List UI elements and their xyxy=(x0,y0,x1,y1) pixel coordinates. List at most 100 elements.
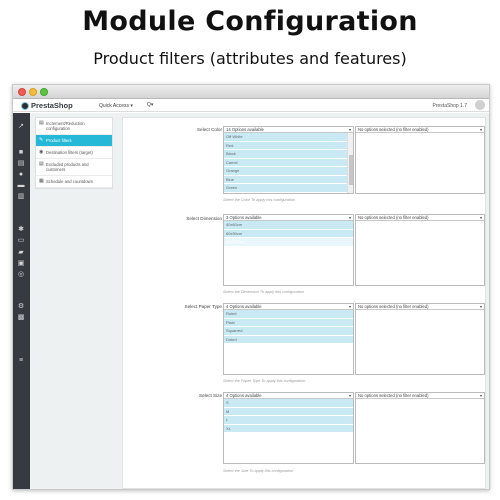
gear-icon[interactable]: ⚙ xyxy=(17,303,25,310)
option-item[interactable]: Off White xyxy=(224,133,353,142)
logo-text: PrestaShop xyxy=(31,101,73,110)
puzzle-icon[interactable]: ✱ xyxy=(17,226,25,233)
trend-icon[interactable]: ↗ xyxy=(17,123,25,130)
caret-icon: ▾ xyxy=(479,127,482,132)
main-content: ▤ Increment/Reduction configuration ✎ Pr… xyxy=(30,113,489,489)
store-icon[interactable]: ▤ xyxy=(17,160,25,167)
list-icon: ▤ xyxy=(39,161,44,167)
minimize-window-button[interactable] xyxy=(29,88,37,96)
close-window-button[interactable] xyxy=(18,88,26,96)
selected-dimensions-list[interactable]: No options selected (no filter enabled) ▾ xyxy=(355,214,485,286)
option-item[interactable]: S xyxy=(224,399,353,408)
option-item[interactable]: Doted xyxy=(224,335,353,344)
option-item[interactable]: Camel xyxy=(224,158,353,167)
help-text: Select the Size To apply this configurat… xyxy=(223,469,294,473)
selected-status: No options selected (no filter enabled) xyxy=(358,215,429,220)
selected-paper-types-list[interactable]: No options selected (no filter enabled) ▾ xyxy=(355,303,485,375)
color-filter-section: Select Color 14 Options available ▾ Off W… xyxy=(123,123,487,208)
caret-icon: ▾ xyxy=(479,304,482,309)
help-text: Select the Color To apply this configura… xyxy=(223,198,296,202)
available-sizes-list[interactable]: 4 Options available ▾ S M L XL xyxy=(223,392,354,464)
available-count: 14 Options available xyxy=(226,127,264,132)
browser-window: PrestaShop Quick Access ▾ Q▾ PrestaShop … xyxy=(12,84,490,490)
prestashop-logo[interactable]: PrestaShop xyxy=(21,101,73,110)
tab-product-filters[interactable]: ✎ Product filters xyxy=(36,135,112,147)
selected-header: No options selected (no filter enabled) ▾ xyxy=(356,215,484,221)
field-label: Select Paper Type xyxy=(184,304,222,309)
option-item[interactable]: 60x90cm xyxy=(224,229,353,238)
option-item[interactable]: Ruled xyxy=(224,310,353,319)
menu-icon[interactable]: ≡ xyxy=(17,357,25,364)
available-count: 4 Options available xyxy=(226,304,262,309)
promo-title: Module Configuration xyxy=(82,6,418,37)
option-item[interactable]: Orange xyxy=(224,167,353,176)
available-header: 4 Options available ▾ xyxy=(224,393,353,399)
truck-icon[interactable]: ▰ xyxy=(17,249,25,256)
promo-page: Module Configuration Product filters (at… xyxy=(0,0,500,500)
card-icon[interactable]: ▣ xyxy=(17,260,25,267)
available-header: 14 Options available ▾ xyxy=(224,127,353,133)
option-item[interactable]: 80x120cm xyxy=(224,238,353,247)
calendar-icon: ▦ xyxy=(39,178,44,184)
dimension-filter-section: Select Dimension 3 Options available ▾ 40… xyxy=(123,212,487,297)
prestashop-logo-icon xyxy=(21,101,29,110)
search-toggle[interactable]: Q▾ xyxy=(147,102,153,108)
paper-type-filter-section: Select Paper Type 4 Options available ▾ R… xyxy=(123,300,487,385)
filters-panel: Select Color 14 Options available ▾ Off W… xyxy=(122,117,486,489)
available-paper-types-list[interactable]: 4 Options available ▾ Ruled Plain Squarre… xyxy=(223,303,354,375)
admin-sidebar: ↗ ■ ▤ ● ▬ ▥ ✱ ▭ ▰ ▣ ◎ ⚙ ▩ ≡ xyxy=(13,113,30,489)
monitor-icon[interactable]: ▭ xyxy=(17,237,25,244)
selected-sizes-list[interactable]: No options selected (no filter enabled) ▾ xyxy=(355,392,485,464)
field-label: Select Size xyxy=(199,393,222,398)
field-label: Select Dimension xyxy=(186,216,222,221)
message-icon[interactable]: ▬ xyxy=(17,182,25,189)
tab-label: Schedule and countdown xyxy=(46,179,94,184)
target-icon: ◉ xyxy=(39,149,44,155)
edit-icon: ✎ xyxy=(39,137,44,143)
promo-subtitle: Product filters (attributes and features… xyxy=(93,49,407,68)
caret-icon: ▾ xyxy=(479,393,482,398)
selected-header: No options selected (no filter enabled) ▾ xyxy=(356,127,484,133)
option-item[interactable]: L xyxy=(224,416,353,425)
globe-icon[interactable]: ◎ xyxy=(17,271,25,278)
selected-status: No options selected (no filter enabled) xyxy=(358,127,429,132)
available-colors-list[interactable]: 14 Options available ▾ Off White Red Blac… xyxy=(223,126,354,194)
window-titlebar xyxy=(13,85,489,99)
option-item[interactable]: XL xyxy=(224,424,353,433)
option-item[interactable]: Squarred xyxy=(224,327,353,336)
option-item[interactable]: Red xyxy=(224,141,353,150)
customer-icon[interactable]: ● xyxy=(17,171,25,178)
available-dimensions-list[interactable]: 3 Options available ▾ 40x60cm 60x90cm 80x… xyxy=(223,214,354,286)
selected-header: No options selected (no filter enabled) ▾ xyxy=(356,304,484,310)
option-item[interactable]: Plain xyxy=(224,318,353,327)
tab-schedule-countdown[interactable]: ▦ Schedule and countdown xyxy=(36,176,112,188)
caret-icon: ▾ xyxy=(348,215,351,220)
option-item[interactable]: 40x60cm xyxy=(224,221,353,230)
option-item[interactable]: Black xyxy=(224,150,353,159)
maximize-window-button[interactable] xyxy=(40,88,48,96)
list-scrollbar[interactable] xyxy=(347,133,353,193)
user-avatar[interactable] xyxy=(475,100,485,110)
tab-label: Destination filters (target) xyxy=(46,150,93,155)
tab-label: Product filters xyxy=(46,138,72,143)
option-item[interactable]: Green xyxy=(224,184,353,193)
quick-access-menu[interactable]: Quick Access ▾ xyxy=(99,103,133,109)
option-item[interactable]: Blue xyxy=(224,175,353,184)
caret-icon: ▾ xyxy=(348,393,351,398)
sliders-icon: ▤ xyxy=(39,120,44,126)
tab-destination-filters[interactable]: ◉ Destination filters (target) xyxy=(36,147,112,159)
scroll-thumb[interactable] xyxy=(349,155,353,185)
advanced-icon[interactable]: ▩ xyxy=(17,314,25,321)
selected-colors-list[interactable]: No options selected (no filter enabled) ▾ xyxy=(355,126,485,194)
available-count: 4 Options available xyxy=(226,393,262,398)
tab-excluded-products[interactable]: ▤ Excluded products and customers xyxy=(36,159,112,176)
selected-status: No options selected (no filter enabled) xyxy=(358,393,429,398)
help-text: Select the Dimension To apply this confi… xyxy=(223,290,304,294)
tab-label: Excluded products and customers xyxy=(46,162,89,172)
stats-icon[interactable]: ▥ xyxy=(17,193,25,200)
tab-increment-reduction[interactable]: ▤ Increment/Reduction configuration xyxy=(36,118,112,135)
cart-icon[interactable]: ■ xyxy=(17,149,25,156)
selected-header: No options selected (no filter enabled) ▾ xyxy=(356,393,484,399)
option-item[interactable]: M xyxy=(224,407,353,416)
available-header: 4 Options available ▾ xyxy=(224,304,353,310)
